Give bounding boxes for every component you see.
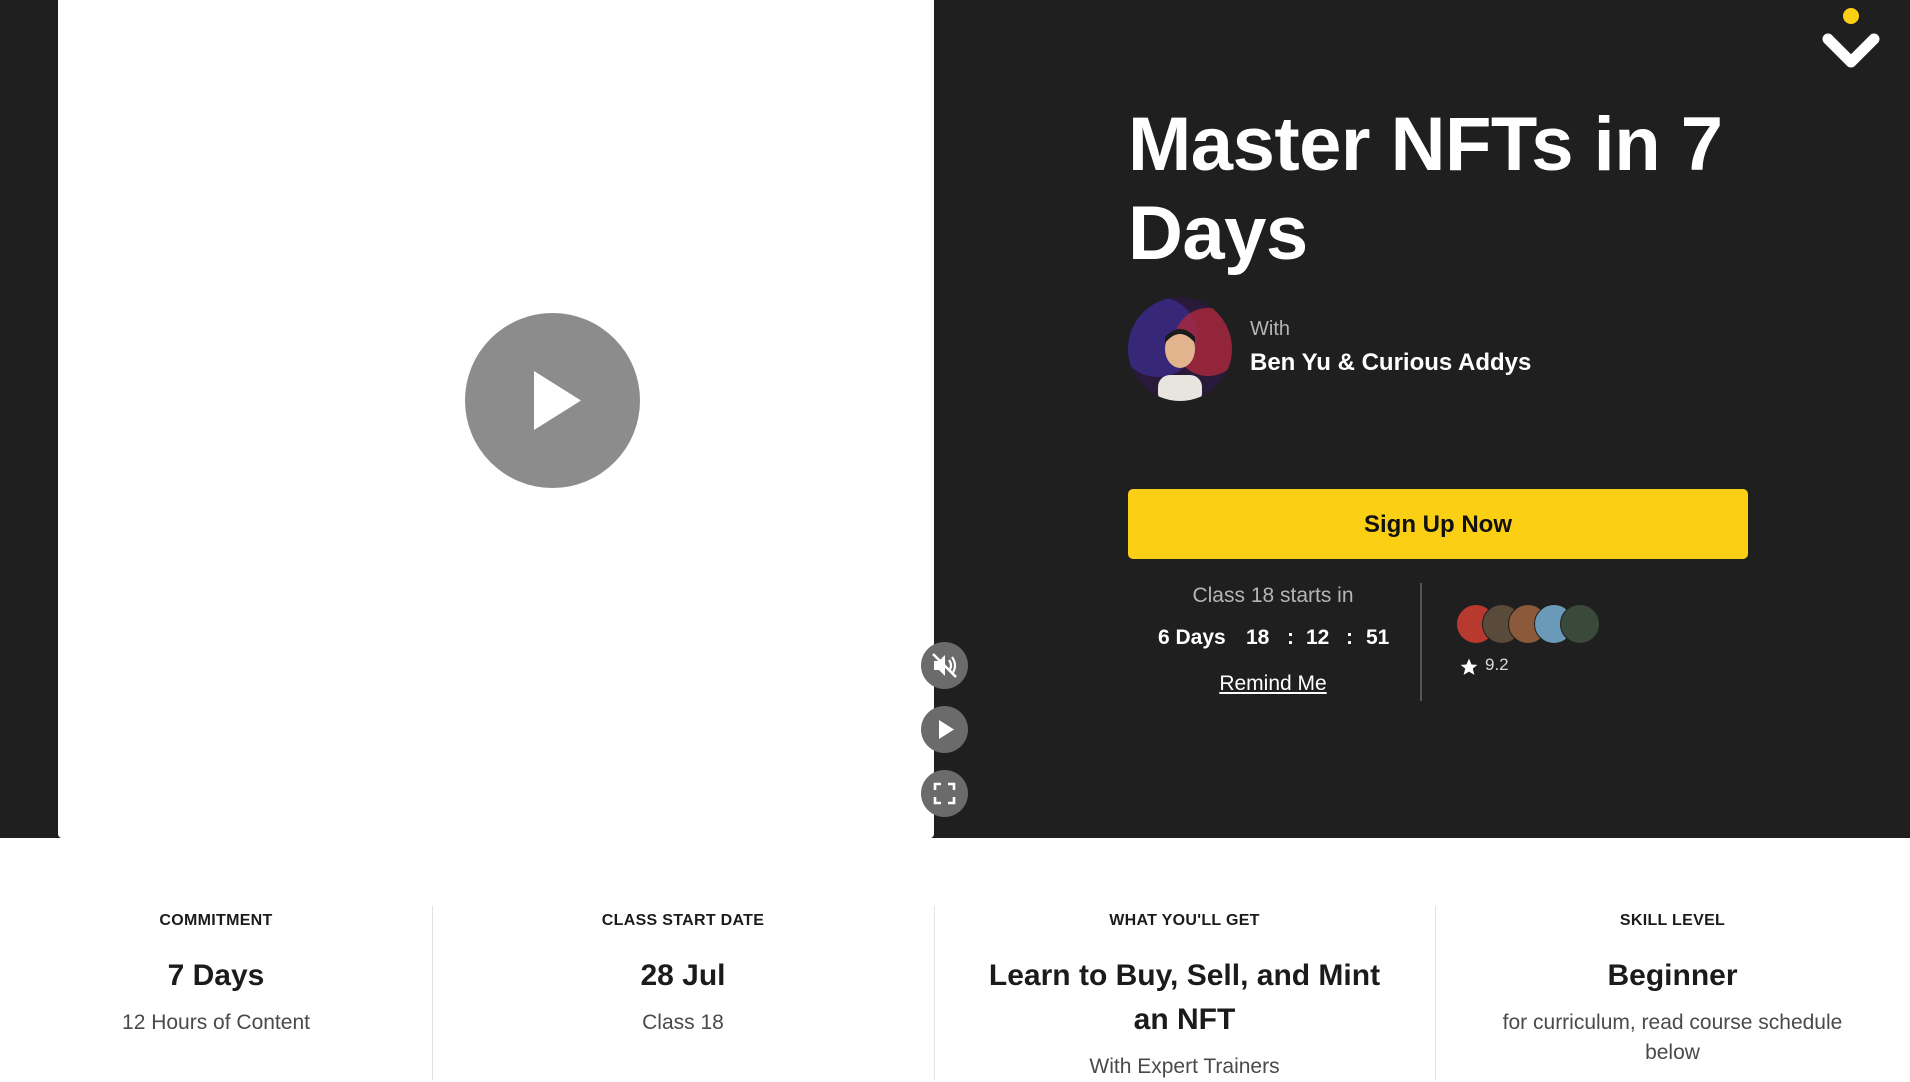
info-card-what-you-get: WHAT YOU'LL GET Learn to Buy, Sell, and … [934, 838, 1435, 1080]
info-label: COMMITMENT [159, 912, 273, 929]
info-card-skill-level: SKILL LEVEL Beginner for curriculum, rea… [1435, 838, 1910, 1080]
rating-value: 9.2 [1485, 655, 1509, 674]
countdown-days: 6 Days [1158, 626, 1226, 649]
hero-section: Master NFTs in 7 Days With Ben Yu & Curi… [0, 0, 1910, 838]
info-value: 28 Jul [640, 959, 726, 992]
student-avatar [1560, 604, 1600, 644]
play-icon[interactable] [921, 706, 968, 753]
info-label: CLASS START DATE [601, 912, 765, 929]
info-value: Learn to Buy, Sell, and Mint an NFT [988, 959, 1381, 1036]
countdown-hours: 18 [1246, 626, 1270, 649]
countdown-separator: : [1346, 626, 1353, 649]
remind-me-link[interactable]: Remind Me [1128, 672, 1418, 696]
info-subtext: Class 18 [642, 1011, 724, 1034]
info-subtext: for curriculum, read course schedule bel… [1502, 1011, 1843, 1064]
countdown-minutes: 12 [1306, 626, 1330, 649]
instructor-names: Ben Yu & Curious Addys [1250, 349, 1532, 376]
course-title: Master NFTs in 7 Days [1128, 102, 1723, 276]
mute-icon[interactable] [921, 642, 968, 689]
star-icon [1460, 658, 1478, 675]
divider [1420, 583, 1422, 701]
info-value: Beginner [1607, 959, 1738, 992]
brand-logo-icon[interactable] [1818, 6, 1884, 72]
countdown-seconds: 51 [1366, 626, 1390, 649]
student-avatars [1456, 604, 1606, 644]
info-subtext: 12 Hours of Content [122, 1011, 310, 1034]
info-card-start-date: CLASS START DATE 28 Jul Class 18 [432, 838, 934, 1080]
video-player[interactable] [58, 0, 968, 838]
info-label: WHAT YOU'LL GET [1109, 912, 1260, 929]
info-value: 7 Days [167, 959, 265, 992]
fullscreen-icon[interactable] [921, 770, 968, 817]
countdown-separator: : [1287, 626, 1294, 649]
instructor-avatar [1128, 297, 1232, 401]
with-label: With [1250, 318, 1290, 340]
info-subtext: With Expert Trainers [1089, 1055, 1280, 1078]
sign-up-button[interactable]: Sign Up Now [1128, 489, 1748, 559]
info-card-commitment: COMMITMENT 7 Days 12 Hours of Content [0, 838, 432, 1080]
class-starts-label: Class 18 starts in [1192, 584, 1354, 607]
info-label: SKILL LEVEL [1619, 912, 1726, 929]
big-play-icon[interactable] [465, 313, 640, 488]
